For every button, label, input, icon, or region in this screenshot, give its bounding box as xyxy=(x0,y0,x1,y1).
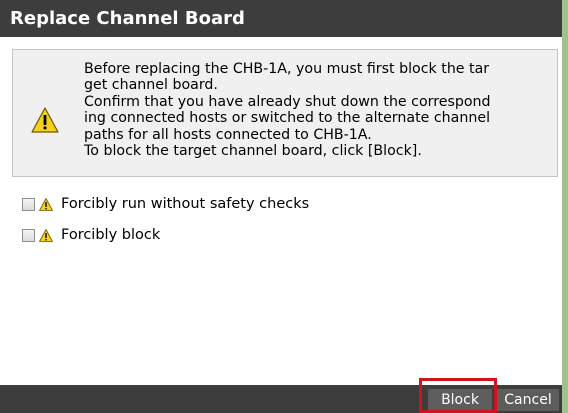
warning-message-text: Before replacing the CHB-1A, you must fi… xyxy=(84,61,554,159)
block-button[interactable]: Block xyxy=(428,389,492,411)
replace-channel-board-dialog: Replace Channel Board Before replacing t… xyxy=(0,0,568,413)
cancel-button[interactable]: Cancel xyxy=(497,389,559,411)
warning-icon xyxy=(39,197,53,211)
dialog-footer: Block Cancel xyxy=(0,385,562,413)
warning-icon xyxy=(31,107,59,133)
window-edge-strip xyxy=(562,0,568,413)
forcibly-block-checkbox[interactable] xyxy=(22,228,35,242)
option-forcibly-block[interactable]: Forcibly block xyxy=(22,225,422,245)
dialog-title: Replace Channel Board xyxy=(0,0,562,37)
message-line: paths for all hosts connected to CHB-1A. xyxy=(84,126,372,143)
message-line: get channel board. xyxy=(84,77,218,94)
message-line: Confirm that you have already shut down … xyxy=(84,93,491,110)
forcibly-run-checkbox[interactable] xyxy=(22,197,35,211)
forcibly-block-label: Forcibly block xyxy=(61,227,161,243)
forcibly-run-label: Forcibly run without safety checks xyxy=(61,196,310,212)
message-line: To block the target channel board, click… xyxy=(84,143,422,160)
message-line: ing connected hosts or switched to the a… xyxy=(84,110,491,127)
warning-message-box: Before replacing the CHB-1A, you must fi… xyxy=(12,49,558,177)
message-line: Before replacing the CHB-1A, you must fi… xyxy=(84,61,490,77)
option-forcibly-run-without-safety-checks[interactable]: Forcibly run without safety checks xyxy=(22,194,422,214)
warning-icon xyxy=(39,228,53,242)
